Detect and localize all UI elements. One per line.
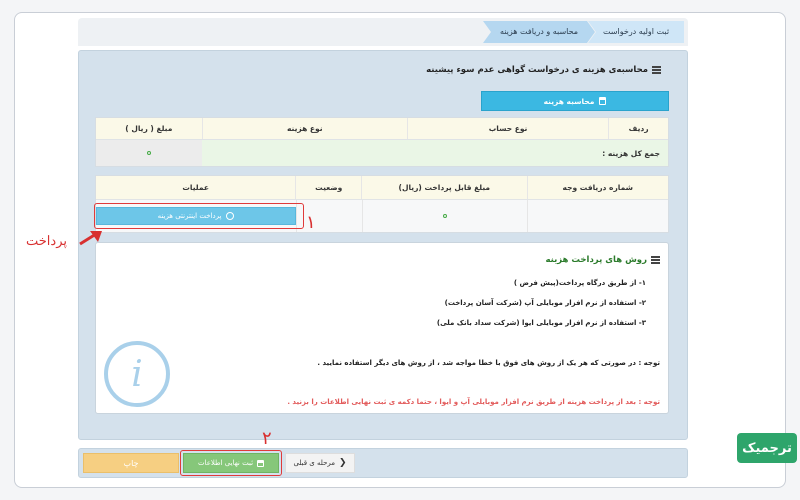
payment-methods-title-text: روش های پرداخت هزینه [545,255,647,265]
breadcrumb: ثبت اولیه درخواست محاسبه و دریافت هزینه [78,18,688,46]
print-button[interactable]: چاپ [83,453,179,473]
payment-warning: توجه : بعد از پرداخت هزینه از طریق نرم ا… [287,398,660,406]
brand-logo: ترجمیک [737,433,797,463]
column-header-account-type: نوع حساب [406,118,608,139]
breadcrumb-step-initial[interactable]: ثبت اولیه درخواست [588,21,684,43]
annotation-arrow-icon [79,231,102,246]
payment-method-item: ۱- از طریق درگاه پرداخت(پیش فرض ) [513,279,646,287]
calculator-icon [599,97,607,105]
payment-note: توجه : در صورتی که هر یک از روش های فوق … [317,359,660,367]
cost-table-header: ردیف نوع حساب نوع هزینه مبلغ ( ریال ) [96,118,668,140]
payable-amount-cell [361,200,527,232]
chevron-right-icon: ❮ [339,458,347,468]
column-header-receipt-number: شماره دریافت وجه [526,176,669,199]
breadcrumb-step-payment[interactable]: محاسبه و دریافت هزینه [483,21,595,43]
info-icon: i [104,341,170,407]
list-icon [652,66,661,74]
previous-step-label: مرحله ی قبلی [293,459,336,467]
receipt-number-cell [526,200,668,232]
column-header-amount: مبلغ ( ریال ) [125,124,173,133]
calculate-cost-button[interactable]: محاسبه هزینه [481,91,669,111]
column-header-status: وضعیت [295,176,361,199]
column-header-operations: عملیات [182,183,209,192]
annotation-step-1: ۱ [306,212,316,233]
payment-method-item: ۳- استفاده از نرم افزار موبایلی ایوا (شر… [436,319,646,327]
annotation-highlight-submit [180,450,282,476]
payment-table-header: شماره دریافت وجه مبلغ قابل پرداخت (ریال)… [96,176,668,200]
cost-table: ردیف نوع حساب نوع هزینه مبلغ ( ریال ) جم… [95,117,669,167]
annotation-step-2: ۲ [262,428,272,449]
column-header-payable-amount: مبلغ قابل پرداخت (ریال) [361,176,526,199]
total-label: جمع کل هزینه : [201,140,668,166]
section-title-text: محاسبه‌ی هزینه ی درخواست گواهی عدم سوء پ… [426,65,648,75]
payment-method-item: ۲- استفاده از نرم افزار موبایلی آپ (شرکت… [444,299,646,307]
annotation-pay-label: پرداخت [26,234,67,249]
list-icon [651,256,660,264]
cost-total-row: جمع کل هزینه : [96,140,668,166]
calculate-cost-label: محاسبه هزینه [543,96,595,106]
main-panel: محاسبه‌ی هزینه ی درخواست گواهی عدم سوء پ… [78,50,688,440]
column-header-row: ردیف [608,118,668,139]
payment-methods-title: روش های پرداخت هزینه [545,255,660,265]
empty-value-dot [442,214,447,218]
previous-step-button[interactable]: ❮ مرحله ی قبلی [285,453,355,473]
column-header-cost-type: نوع هزینه [201,118,407,139]
total-value [96,140,202,166]
section-title: محاسبه‌ی هزینه ی درخواست گواهی عدم سوء پ… [426,65,661,75]
footer-bar: چاپ ثبت نهایی اطلاعات ❮ مرحله ی قبلی [78,448,688,478]
payment-methods-box: روش های پرداخت هزینه ۱- از طریق درگاه پر… [95,242,669,414]
empty-value-dot [146,151,151,155]
annotation-highlight-pay [94,203,304,229]
